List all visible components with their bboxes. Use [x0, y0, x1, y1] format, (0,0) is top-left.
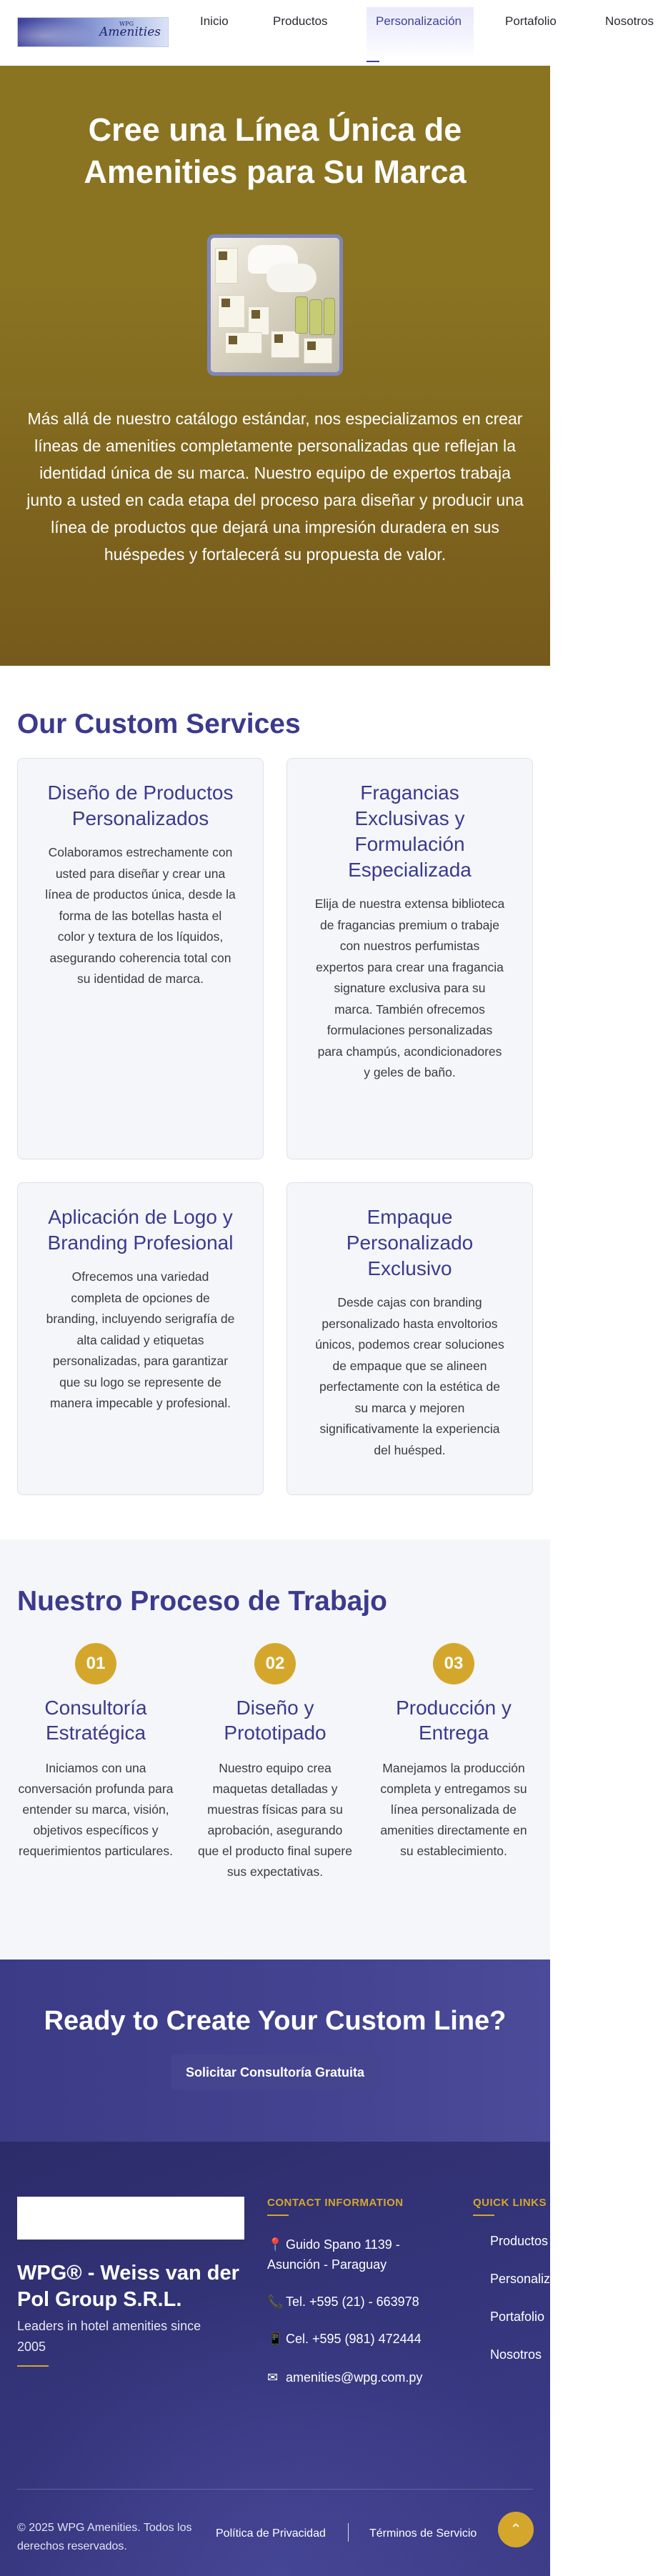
- nav-item-productos[interactable]: Productos: [273, 14, 328, 29]
- step-description: Manejamos la producción completa y entre…: [380, 1761, 527, 1858]
- quick-links-heading: QUICK LINKS: [473, 2197, 547, 2209]
- amenity-box: [218, 295, 245, 328]
- service-card-description: Ofrecemos una variedad completa de opcio…: [46, 1269, 235, 1410]
- amenity-box: [215, 248, 238, 284]
- footer-link-personalizacion[interactable]: Personalización: [490, 2272, 550, 2287]
- service-card: Aplicación de Logo y Branding Profesiona…: [17, 1182, 264, 1495]
- contact-email[interactable]: ✉ amenities@wpg.com.py: [267, 2367, 453, 2387]
- footer-tagline: Leaders in hotel amenities since 2005: [17, 2319, 201, 2354]
- bottle-shape: [295, 296, 308, 334]
- phone-icon: 📞: [267, 2295, 284, 2309]
- step-title: Producción y Entrega: [396, 1697, 512, 1744]
- cta-title: Ready to Create Your Custom Line?: [44, 2006, 507, 2036]
- footer-link-nosotros[interactable]: Nosotros: [490, 2347, 542, 2362]
- step-description: Iniciamos con una conversación profunda …: [18, 1761, 174, 1858]
- hero-section: Cree una Línea Única de Amenities para S…: [0, 66, 550, 666]
- step-title: Consultoría Estratégica: [44, 1697, 147, 1744]
- email-icon: ✉: [267, 2370, 279, 2385]
- step-number-badge: 01: [75, 1643, 116, 1684]
- back-to-top-button[interactable]: ⌃: [498, 2512, 534, 2547]
- amenity-box: [225, 332, 262, 354]
- nav-item-nosotros[interactable]: Nosotros: [605, 14, 654, 29]
- legal-separator: [348, 2523, 349, 2542]
- cta-section: Ready to Create Your Custom Line? Solici…: [0, 1960, 550, 2142]
- step-description: Nuestro equipo crea maquetas detalladas …: [198, 1761, 352, 1879]
- service-card: Diseño de Productos Personalizados Colab…: [17, 758, 264, 1159]
- nav-item-portafolio[interactable]: Portafolio: [505, 14, 557, 29]
- service-card: Fragancias Exclusivas y Formulación Espe…: [286, 758, 533, 1159]
- brand-logo[interactable]: WPG Amenities: [17, 17, 169, 47]
- site-footer: WPG® - Weiss van der Pol Group S.R.L. Le…: [0, 2142, 550, 2576]
- mobile-phone-icon: 📱: [267, 2332, 284, 2346]
- hero-description: Más allá de nuestro catálogo estándar, n…: [26, 409, 524, 564]
- service-card-title: Fragancias Exclusivas y Formulación Espe…: [348, 782, 472, 881]
- footer-company-name: WPG® - Weiss van der Pol Group S.R.L.: [17, 2262, 239, 2311]
- bottle-shape: [324, 298, 335, 335]
- service-card-description: Desde cajas con branding personalizado h…: [315, 1295, 504, 1457]
- chevron-up-icon: ⌃: [509, 2522, 522, 2537]
- contact-mobile[interactable]: 📱 Cel. +595 (981) 472444: [267, 2329, 453, 2349]
- contact-address: 📍 Guido Spano 1139 - Asunción - Paraguay: [267, 2235, 453, 2275]
- amenity-box: [304, 338, 332, 364]
- address-text: Guido Spano 1139 - Asunción - Paraguay: [267, 2237, 400, 2272]
- service-card-description: Elija de nuestra extensa biblioteca de f…: [314, 897, 505, 1079]
- email-text[interactable]: amenities@wpg.com.py: [286, 2370, 422, 2385]
- amenity-box: [271, 331, 299, 358]
- process-heading: Nuestro Proceso de Trabajo: [17, 1586, 387, 1617]
- footer-logo[interactable]: [17, 2197, 244, 2240]
- footer-accent-line: [17, 2365, 49, 2367]
- towel-shape: [266, 264, 316, 292]
- amenity-box: [248, 306, 269, 335]
- top-navigation: WPG Amenities Inicio Productos Personali…: [0, 0, 668, 66]
- location-pin-icon: 📍: [267, 2237, 284, 2252]
- footer-divider: [17, 2489, 533, 2490]
- privacy-policy-link[interactable]: Política de Privacidad: [216, 2527, 326, 2540]
- service-card: Empaque Personalizado Exclusivo Desde ca…: [286, 1182, 533, 1495]
- phone-text[interactable]: Tel. +595 (21) - 663978: [286, 2295, 419, 2309]
- logo-swirl: [18, 18, 104, 46]
- request-consultation-button[interactable]: Solicitar Consultoría Gratuita: [171, 2055, 379, 2090]
- nav-item-inicio[interactable]: Inicio: [200, 14, 229, 29]
- copyright-text: © 2025 WPG Amenities. Todos los derechos…: [17, 2522, 192, 2552]
- logo-text: Amenities: [99, 25, 161, 39]
- process-section: Nuestro Proceso de Trabajo 01 Consultorí…: [0, 1539, 550, 1960]
- step-number-badge: 02: [254, 1643, 296, 1684]
- contact-heading: CONTACT INFORMATION: [267, 2197, 404, 2209]
- step-number-badge: 03: [433, 1643, 474, 1684]
- bottle-shape: [309, 299, 322, 335]
- nav-item-personalizacion[interactable]: Personalización: [376, 14, 462, 29]
- mobile-text[interactable]: Cel. +595 (981) 472444: [286, 2332, 422, 2346]
- service-card-title: Empaque Personalizado Exclusivo: [346, 1206, 474, 1279]
- service-card-description: Colaboramos estrechamente con usted para…: [45, 845, 236, 986]
- heading-underline: [267, 2215, 289, 2216]
- services-heading: Our Custom Services: [17, 709, 301, 739]
- amenities-product-image: [207, 234, 343, 376]
- hero-title: Cree una Línea Única de Amenities para S…: [84, 111, 467, 190]
- step-title: Diseño y Prototipado: [224, 1697, 326, 1744]
- footer-link-productos[interactable]: Productos: [490, 2234, 548, 2249]
- active-menu-underline: [367, 61, 379, 62]
- service-card-title: Diseño de Productos Personalizados: [47, 782, 234, 829]
- service-card-title: Aplicación de Logo y Branding Profesiona…: [47, 1206, 234, 1254]
- footer-link-portafolio[interactable]: Portafolio: [490, 2310, 544, 2325]
- contact-phone[interactable]: 📞 Tel. +595 (21) - 663978: [267, 2292, 453, 2312]
- heading-underline: [473, 2215, 494, 2216]
- terms-of-service-link[interactable]: Términos de Servicio: [369, 2527, 477, 2540]
